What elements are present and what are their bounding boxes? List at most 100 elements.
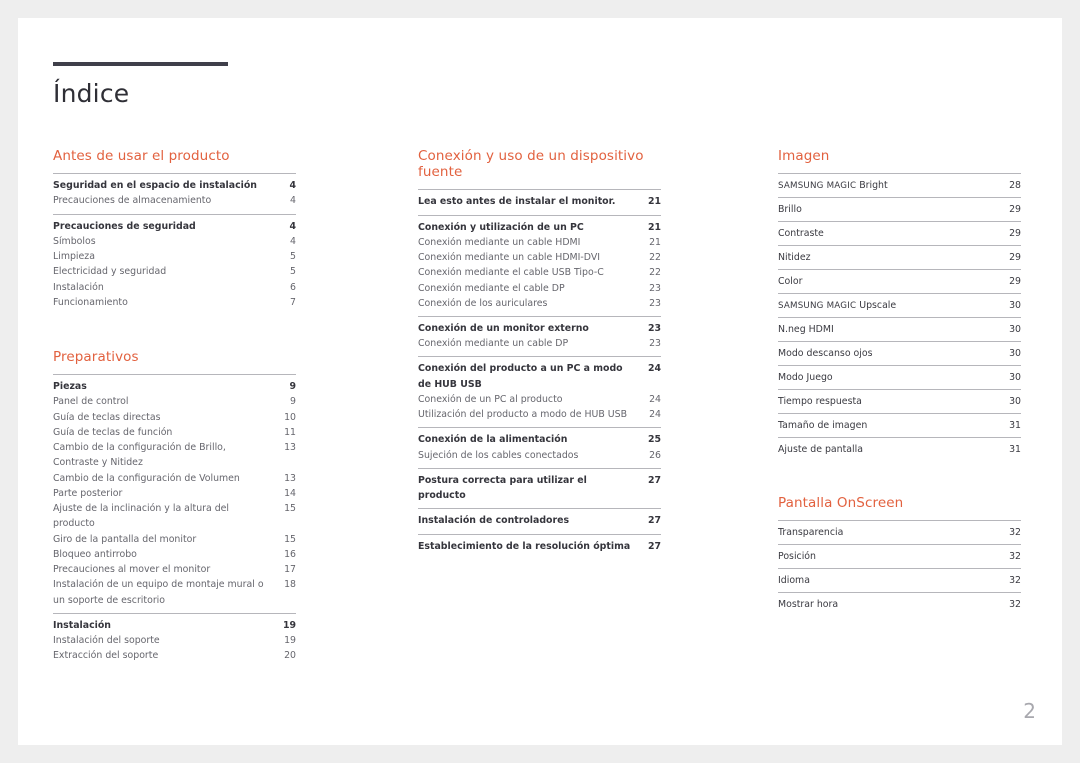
toc-entry[interactable]: Ajuste de la inclinación y la altura del… bbox=[53, 501, 296, 531]
toc-entry-label: Precauciones de almacenamiento bbox=[53, 195, 212, 207]
toc-entry[interactable]: Giro de la pantalla del monitor 15 bbox=[53, 532, 296, 547]
toc-entry[interactable]: Precauciones de almacenamiento 4 bbox=[53, 193, 296, 208]
brand-smallcaps: SAMSUNG MAGIC bbox=[778, 301, 857, 312]
toc-entry[interactable]: Extracción del soporte 20 bbox=[53, 648, 296, 663]
toc-entry-label: Conexión de un PC al producto bbox=[418, 393, 563, 405]
toc-entry[interactable]: Contraste 29 bbox=[778, 221, 1021, 245]
toc-entry[interactable]: Sujeción de los cables conectados 26 bbox=[418, 448, 661, 463]
toc-entry-page: 32 bbox=[1009, 575, 1021, 587]
toc-entry[interactable]: Panel de control 9 bbox=[53, 394, 296, 409]
toc-entry-label: Utilización del producto a modo de HUB U… bbox=[418, 409, 628, 421]
toc-entry-page: 5 bbox=[290, 251, 296, 263]
toc-entry-label: SAMSUNG MAGIC Upscale bbox=[778, 300, 1003, 311]
toc-entry[interactable]: Conexión mediante un cable DP 23 bbox=[418, 336, 661, 351]
toc-entry[interactable]: Conexión mediante un cable HDMI-DVI 22 bbox=[418, 250, 661, 265]
toc-entry-label: Guía de teclas directas bbox=[53, 411, 161, 423]
toc-entry[interactable]: Precauciones de seguridad 4 bbox=[53, 219, 296, 234]
toc-entry-page: 13 bbox=[284, 472, 296, 484]
toc-entry[interactable]: Utilización del producto a modo de HUB U… bbox=[418, 407, 661, 422]
toc-entry-page: 27 bbox=[647, 540, 661, 552]
section-heading: Pantalla OnScreen bbox=[778, 495, 904, 512]
toc-entry[interactable]: Instalación 19 bbox=[53, 618, 296, 633]
toc-entry[interactable]: Tamaño de imagen 31 bbox=[778, 413, 1021, 437]
toc-entry-label: Instalación bbox=[53, 281, 104, 293]
toc-entry[interactable]: Ajuste de pantalla 31 bbox=[778, 437, 1021, 461]
toc-entry-page: 29 bbox=[1009, 228, 1021, 240]
toc-entry[interactable]: Brillo 29 bbox=[778, 197, 1021, 221]
toc-entry-label: Conexión mediante un cable DP bbox=[418, 338, 569, 350]
toc-entry[interactable]: Idioma 32 bbox=[778, 568, 1021, 592]
toc-entry[interactable]: Conexión de la alimentación 25 bbox=[418, 432, 661, 447]
toc-group: Instalación de controladores 27 bbox=[418, 508, 661, 533]
toc-entry-label: Establecimiento de la resolución óptima bbox=[418, 540, 631, 552]
toc-entry-page: 31 bbox=[1009, 420, 1021, 432]
toc-entry[interactable]: Transparencia 32 bbox=[778, 520, 1021, 544]
toc-entry-page: 29 bbox=[1009, 276, 1021, 288]
toc-entry[interactable]: Instalación de controladores 27 bbox=[418, 513, 661, 528]
toc-entry[interactable]: Conexión mediante un cable HDMI 21 bbox=[418, 235, 661, 250]
toc-entry[interactable]: Conexión y utilización de un PC 21 bbox=[418, 220, 661, 235]
toc-entry-label: Instalación de controladores bbox=[418, 515, 570, 527]
toc-entry-page: 9 bbox=[289, 381, 296, 393]
toc-entry[interactable]: Posición 32 bbox=[778, 544, 1021, 568]
toc-entry[interactable]: Mostrar hora 32 bbox=[778, 592, 1021, 616]
toc-entry[interactable]: Modo descanso ojos 30 bbox=[778, 341, 1021, 365]
toc-entry-page: 32 bbox=[1009, 551, 1021, 563]
toc-entry[interactable]: Cambio de la configuración de Brillo, Co… bbox=[53, 440, 296, 470]
toc-entry[interactable]: Modo Juego 30 bbox=[778, 365, 1021, 389]
toc-entry[interactable]: N.neg HDMI 30 bbox=[778, 317, 1021, 341]
toc-entry-label: Conexión y utilización de un PC bbox=[418, 221, 584, 233]
toc-entry[interactable]: Conexión del producto a un PC a modo de … bbox=[418, 361, 661, 391]
toc-entry-label: Piezas bbox=[53, 381, 87, 393]
toc-entry[interactable]: Instalación del soporte 19 bbox=[53, 633, 296, 648]
toc-entry[interactable]: Conexión de los auriculares 23 bbox=[418, 296, 661, 311]
toc-entry-label: Idioma bbox=[778, 575, 810, 587]
toc-entry[interactable]: Seguridad en el espacio de instalación 4 bbox=[53, 178, 296, 193]
toc-entry[interactable]: Instalación 6 bbox=[53, 280, 296, 295]
brand-rest: Bright bbox=[856, 180, 888, 192]
toc-entry[interactable]: Cambio de la configuración de Volumen 13 bbox=[53, 471, 296, 486]
toc-entry[interactable]: Parte posterior 14 bbox=[53, 486, 296, 501]
toc-entry-page: 22 bbox=[649, 267, 661, 279]
toc-entry[interactable]: SAMSUNG MAGIC Upscale 30 bbox=[778, 293, 1021, 317]
toc-entry[interactable]: Color 29 bbox=[778, 269, 1021, 293]
toc-entry[interactable]: Conexión mediante el cable USB Tipo-C 22 bbox=[418, 265, 661, 280]
toc-entry-page: 27 bbox=[647, 515, 661, 527]
toc-entry[interactable]: Guía de teclas directas 10 bbox=[53, 410, 296, 425]
toc-entry-label: Tiempo respuesta bbox=[778, 396, 862, 408]
toc-entry-label: Brillo bbox=[778, 204, 802, 216]
toc-entry-page: 24 bbox=[649, 393, 661, 405]
toc-entry[interactable]: Piezas 9 bbox=[53, 379, 296, 394]
brand-rest: Upscale bbox=[856, 300, 897, 312]
toc-entry[interactable]: Precauciones al mover el monitor 17 bbox=[53, 562, 296, 577]
toc-entry[interactable]: Postura correcta para utilizar el produc… bbox=[418, 473, 661, 503]
toc-entry[interactable]: Nitidez 29 bbox=[778, 245, 1021, 269]
toc-entry-label: Instalación de un equipo de montaje mura… bbox=[53, 579, 264, 606]
document-page: Índice Antes de usar el producto Segurida… bbox=[18, 18, 1062, 745]
toc-entry[interactable]: Tiempo respuesta 30 bbox=[778, 389, 1021, 413]
toc-entry-label: Conexión mediante un cable HDMI bbox=[418, 236, 581, 248]
section-heading: Conexión y uso de un dispositivo fuente bbox=[418, 148, 644, 181]
toc-entry-page: 28 bbox=[1009, 180, 1021, 192]
toc-entry-page: 23 bbox=[647, 323, 661, 335]
toc-column-left: Antes de usar el producto Seguridad en el… bbox=[53, 148, 296, 674]
toc-entry[interactable]: Bloqueo antirrobo 16 bbox=[53, 547, 296, 562]
toc-entry[interactable]: Instalación de un equipo de montaje mura… bbox=[53, 577, 296, 607]
toc-entry[interactable]: Electricidad y seguridad 5 bbox=[53, 264, 296, 279]
toc-entry[interactable]: Conexión de un monitor externo 23 bbox=[418, 321, 661, 336]
toc-entry[interactable]: Establecimiento de la resolución óptima 2… bbox=[418, 539, 661, 554]
toc-entry-label: Modo Juego bbox=[778, 372, 833, 384]
toc-entry[interactable]: Conexión de un PC al producto 24 bbox=[418, 392, 661, 407]
toc-entry[interactable]: Funcionamiento 7 bbox=[53, 295, 296, 310]
toc-entry[interactable]: Lea esto antes de instalar el monitor. 21 bbox=[418, 194, 661, 209]
toc-entry-label: Modo descanso ojos bbox=[778, 348, 873, 360]
toc-entry[interactable]: Símbolos 4 bbox=[53, 234, 296, 249]
toc-entry[interactable]: SAMSUNG MAGIC Bright 28 bbox=[778, 173, 1021, 197]
toc-entry-label: Conexión mediante un cable HDMI-DVI bbox=[418, 252, 601, 264]
toc-entry-page: 5 bbox=[290, 266, 296, 278]
toc-entry[interactable]: Limpieza 5 bbox=[53, 249, 296, 264]
toc-entry-label: Extracción del soporte bbox=[53, 650, 159, 662]
title-rule bbox=[53, 62, 228, 66]
toc-entry[interactable]: Guía de teclas de función 11 bbox=[53, 425, 296, 440]
toc-entry[interactable]: Conexión mediante el cable DP 23 bbox=[418, 281, 661, 296]
